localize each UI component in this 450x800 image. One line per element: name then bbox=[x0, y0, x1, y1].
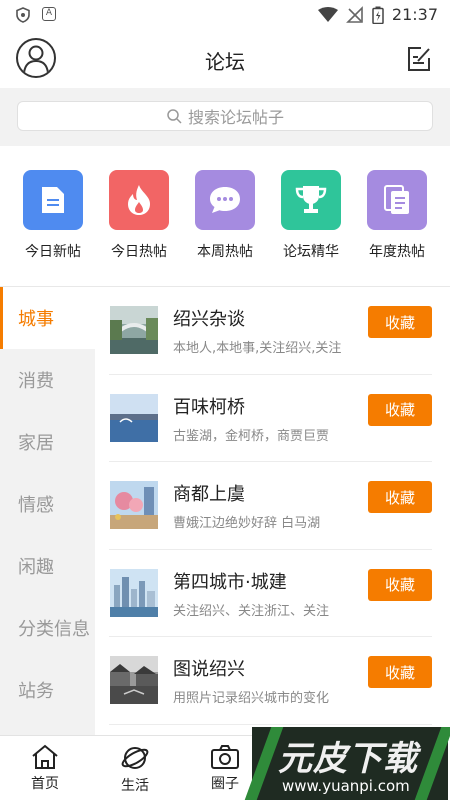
quick-link-icon-bg bbox=[195, 170, 255, 230]
quick-link-week-hot[interactable]: 本周热帖 bbox=[185, 146, 265, 286]
home-icon bbox=[32, 744, 58, 769]
flame-icon bbox=[128, 185, 150, 215]
forum-title: 百味柯桥 bbox=[173, 396, 245, 418]
quick-link-icon-bg bbox=[281, 170, 341, 230]
planet-icon bbox=[121, 747, 149, 769]
sidebar-item-leisure[interactable]: 闲趣 bbox=[0, 535, 95, 597]
quick-link-year-hot[interactable]: 年度热帖 bbox=[357, 146, 437, 286]
quick-link-today-hot[interactable]: 今日热帖 bbox=[99, 146, 179, 286]
watermark-stripe bbox=[414, 727, 450, 800]
favorite-button[interactable]: 收藏 bbox=[368, 656, 432, 688]
quick-link-label: 年度热帖 bbox=[369, 244, 425, 260]
sidebar-item-consumption[interactable]: 消费 bbox=[0, 349, 95, 411]
favorite-button[interactable]: 收藏 bbox=[368, 481, 432, 513]
watermark-text: 元皮下载 bbox=[278, 739, 418, 779]
quick-link-label: 今日新帖 bbox=[25, 244, 81, 260]
page-title: 论坛 bbox=[205, 50, 245, 74]
quick-link-label: 论坛精华 bbox=[283, 244, 339, 260]
tab-label: 生活 bbox=[121, 778, 149, 794]
quick-links: 今日新帖 今日热帖 本周热帖 论坛精华 年度热帖 bbox=[0, 146, 450, 286]
forum-row[interactable]: 商都上虞 曹娥江边绝妙好辞 白马湖 收藏 bbox=[109, 462, 432, 550]
no-signal-icon bbox=[345, 5, 363, 23]
new-post-button[interactable] bbox=[404, 44, 434, 74]
quick-link-essence[interactable]: 论坛精华 bbox=[271, 146, 351, 286]
forum-row[interactable]: 第四城市·城建 关注绍兴、关注浙江、关注 收藏 bbox=[109, 550, 432, 637]
forum-description: 用照片记录绍兴城市的变化 bbox=[173, 691, 330, 706]
forum-row[interactable]: 绍兴杂谈 本地人,本地事,关注绍兴,关注 收藏 bbox=[109, 287, 432, 375]
favorite-button[interactable]: 收藏 bbox=[368, 393, 432, 426]
quick-link-icon-bg bbox=[23, 170, 83, 230]
forum-title: 绍兴杂谈 bbox=[173, 309, 245, 330]
forum-thumbnail bbox=[110, 481, 158, 529]
forum-thumbnail bbox=[110, 568, 158, 617]
status-bar: A 21:37 bbox=[0, 0, 450, 30]
quick-link-today-new[interactable]: 今日新帖 bbox=[13, 146, 93, 286]
status-right: 21:37 bbox=[317, 5, 438, 24]
forum-description: 关注绍兴、关注浙江、关注 bbox=[173, 603, 330, 619]
favorite-button[interactable]: 收藏 bbox=[368, 568, 432, 601]
quick-link-icon-bg bbox=[367, 170, 427, 230]
status-time: 21:37 bbox=[391, 5, 438, 24]
watermark-url: www.yuanpi.com bbox=[282, 777, 410, 795]
forum-row[interactable]: 图说绍兴 用照片记录绍兴城市的变化 收藏 bbox=[109, 637, 432, 725]
forum-description: 曹娥江边绝妙好辞 白马湖 bbox=[173, 516, 321, 531]
forum-title: 商都上虞 bbox=[173, 484, 245, 505]
tab-label: 圈子 bbox=[211, 776, 239, 792]
sidebar-item-site-affairs[interactable]: 站务 bbox=[0, 659, 95, 721]
camera-icon bbox=[211, 745, 239, 769]
document-icon bbox=[42, 187, 64, 213]
sidebar-item-emotion[interactable]: 情感 bbox=[0, 473, 95, 535]
header: 论坛 bbox=[0, 30, 450, 88]
favorite-button[interactable]: 收藏 bbox=[368, 306, 432, 338]
forum-thumbnail bbox=[110, 393, 158, 442]
status-left: A bbox=[16, 7, 56, 23]
search-icon bbox=[167, 109, 182, 124]
forum-list: 绍兴杂谈 本地人,本地事,关注绍兴,关注 收藏 百味柯桥 古鉴湖，金柯桥，商贾巨… bbox=[95, 287, 450, 735]
forum-thumbnail bbox=[110, 306, 158, 354]
wifi-icon bbox=[317, 6, 338, 22]
watermark: 元皮下载 www.yuanpi.com bbox=[244, 727, 450, 800]
sidebar-item-city[interactable]: 城事 bbox=[0, 287, 95, 349]
forum-description: 本地人,本地事,关注绍兴,关注 bbox=[173, 341, 342, 356]
quick-link-icon-bg bbox=[109, 170, 169, 230]
edit-icon bbox=[408, 47, 430, 71]
chat-bubble-icon bbox=[210, 187, 240, 213]
forum-title: 图说绍兴 bbox=[173, 659, 245, 680]
category-sidebar: 城事 消费 家居 情感 闲趣 分类信息 站务 bbox=[0, 287, 95, 735]
sidebar-item-classifieds[interactable]: 分类信息 bbox=[0, 597, 95, 659]
tab-life[interactable]: 生活 bbox=[100, 736, 170, 800]
forum-description: 古鉴湖，金柯桥，商贾巨贾 bbox=[173, 428, 330, 444]
quick-link-label: 今日热帖 bbox=[111, 244, 167, 260]
forum-row[interactable]: 百味柯桥 古鉴湖，金柯桥，商贾巨贾 收藏 bbox=[109, 375, 432, 462]
notification-app-icon: A bbox=[42, 7, 56, 21]
search-placeholder: 搜索论坛帖子 bbox=[187, 108, 284, 127]
tab-home[interactable]: 首页 bbox=[10, 736, 80, 800]
sidebar-item-home[interactable]: 家居 bbox=[0, 411, 95, 473]
documents-icon bbox=[384, 185, 409, 214]
forum-thumbnail bbox=[110, 656, 158, 704]
battery-icon bbox=[372, 6, 384, 24]
forum-title: 第四城市·城建 bbox=[173, 571, 287, 593]
search-input[interactable]: 搜索论坛帖子 bbox=[17, 101, 433, 131]
quick-link-label: 本周热帖 bbox=[197, 244, 253, 260]
trophy-icon bbox=[295, 186, 327, 213]
tab-label: 首页 bbox=[31, 776, 59, 792]
shield-icon bbox=[16, 7, 30, 23]
search-area: 搜索论坛帖子 bbox=[0, 88, 450, 146]
